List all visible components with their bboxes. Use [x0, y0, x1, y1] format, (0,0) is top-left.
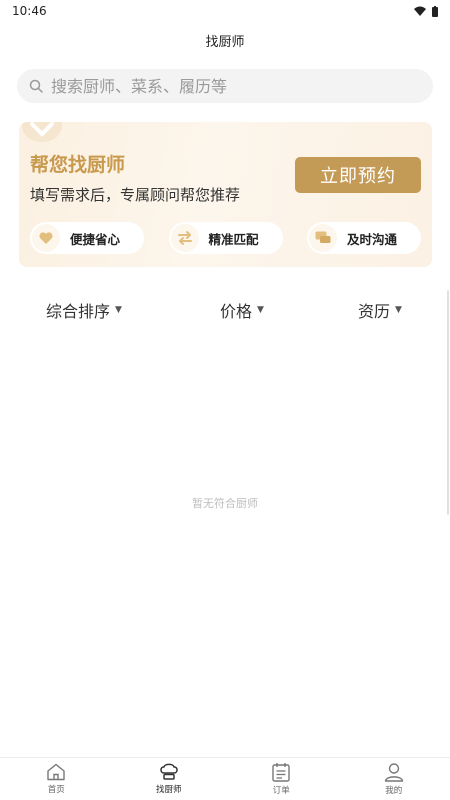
tab-orders[interactable]: 订单	[225, 758, 338, 800]
feature-list: 便捷省心 精准匹配 及时沟通	[30, 222, 421, 254]
home-icon	[47, 763, 65, 781]
sort-comprehensive[interactable]: 综合排序 ▼	[46, 298, 122, 322]
decorative-badge-icon	[22, 122, 62, 142]
page-title: 找厨师	[205, 34, 245, 50]
tab-label: 首页	[47, 785, 65, 795]
sort-label: 资历	[358, 302, 391, 321]
heart-icon	[32, 224, 60, 252]
banner-title: 帮您找厨师	[30, 154, 126, 176]
sort-experience[interactable]: 资历 ▼	[358, 298, 402, 322]
chat-icon	[309, 224, 337, 252]
tab-find-chef[interactable]: 找厨师	[113, 758, 226, 800]
tab-home[interactable]: 首页	[0, 758, 113, 800]
tab-label: 我的	[385, 786, 403, 796]
search-input[interactable]	[49, 75, 433, 97]
book-now-button[interactable]: 立即预约	[295, 157, 421, 193]
chef-hat-icon	[160, 763, 178, 780]
status-time: 10:46	[12, 4, 47, 18]
order-list-icon	[272, 763, 290, 782]
scrollbar[interactable]	[447, 290, 449, 515]
feature-label: 便捷省心	[70, 231, 121, 247]
caret-down-icon: ▼	[257, 305, 264, 315]
empty-state-text: 暂无符合厨师	[192, 497, 258, 510]
tab-label: 找厨师	[155, 785, 182, 795]
feature-label: 精准匹配	[208, 231, 259, 247]
sort-label: 价格	[220, 302, 253, 321]
sort-bar: 综合排序 ▼ 价格 ▼ 资历 ▼	[0, 298, 450, 328]
feature-timely-communication: 及时沟通	[307, 222, 421, 254]
feature-convenient: 便捷省心	[30, 222, 144, 254]
caret-down-icon: ▼	[395, 305, 402, 315]
tab-label: 订单	[272, 786, 290, 796]
caret-down-icon: ▼	[115, 305, 122, 315]
sort-label: 综合排序	[46, 302, 111, 321]
feature-label: 及时沟通	[347, 231, 398, 247]
sort-price[interactable]: 价格 ▼	[220, 298, 264, 322]
swap-arrows-icon	[170, 224, 199, 252]
page-header: 找厨师	[0, 22, 450, 58]
banner-subtitle: 填写需求后，专属顾问帮您推荐	[30, 186, 241, 204]
battery-icon	[432, 5, 438, 17]
tab-profile[interactable]: 我的	[338, 758, 450, 800]
find-chef-banner: 帮您找厨师 填写需求后，专属顾问帮您推荐 立即预约 便捷省心 精准匹配 及时沟通	[19, 122, 432, 267]
search-bar[interactable]	[17, 69, 433, 103]
status-bar: 10:46	[0, 0, 450, 22]
bottom-tab-bar: 首页 找厨师 订单 我的	[0, 757, 450, 800]
wifi-icon	[414, 6, 426, 16]
status-icons	[414, 5, 438, 17]
search-icon	[29, 79, 43, 93]
user-icon	[384, 763, 403, 782]
feature-precise-match: 精准匹配	[168, 222, 283, 254]
